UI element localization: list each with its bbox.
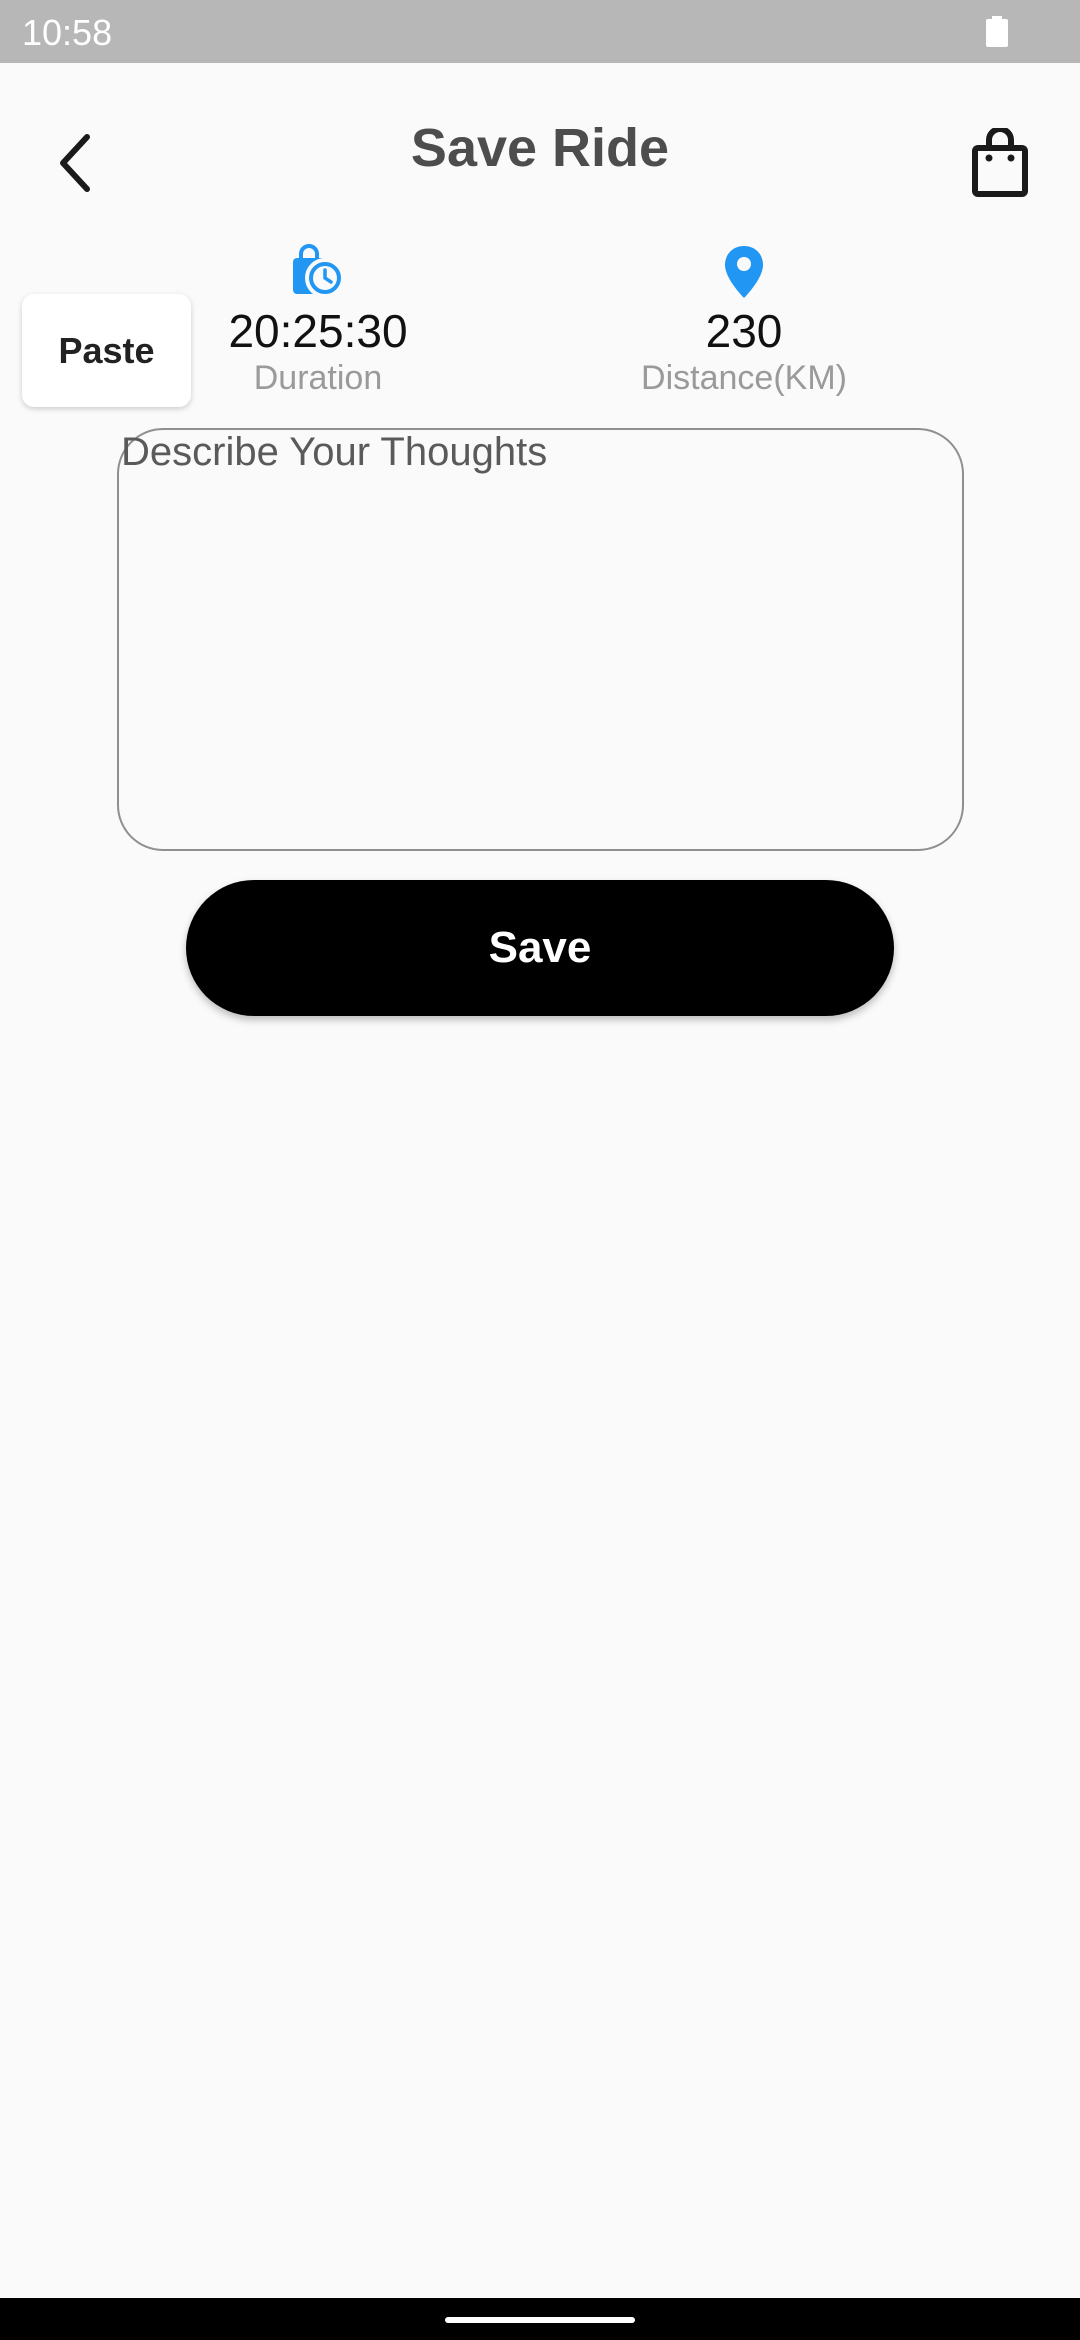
thoughts-box [117,428,964,851]
distance-label: Distance(KM) [641,359,847,397]
page-title: Save Ride [410,118,670,178]
paste-button[interactable]: Paste [22,294,191,407]
thoughts-input[interactable] [119,430,962,849]
app-header: Save Ride [0,63,1080,238]
battery-full-icon [986,16,1008,47]
distance-value: 230 [705,305,783,357]
home-handle[interactable] [445,2317,635,2323]
shopping-bag-button[interactable] [962,123,1038,203]
status-bar: 10:58 [0,0,1080,63]
location-pin-icon [725,246,763,298]
shopping-bag-icon [972,128,1028,197]
duration-value: 20:25:30 [228,305,408,357]
duration-stat: 20:25:30 Duration [188,240,448,398]
system-nav-bar [0,2298,1080,2340]
status-time: 10:58 [22,12,113,53]
clock-bag-icon [293,244,345,298]
distance-stat: 230 Distance(KM) [614,240,874,398]
duration-label: Duration [253,359,383,397]
save-button[interactable]: Save [186,880,894,1016]
